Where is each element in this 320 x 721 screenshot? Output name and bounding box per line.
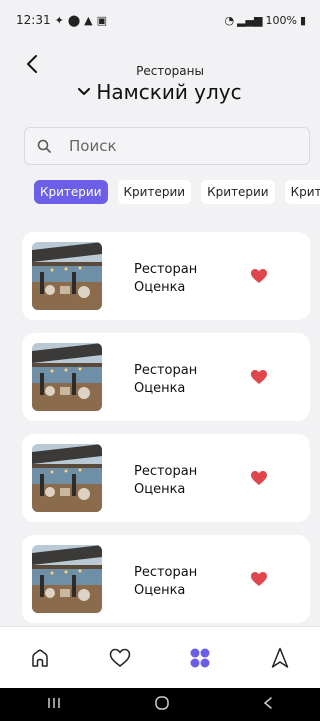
restaurant-info: Ресторан Оценка (134, 362, 197, 398)
notification-icon: ✦ (54, 13, 64, 27)
home-button[interactable] (154, 695, 170, 715)
favorite-button[interactable] (250, 268, 268, 284)
navigation-arrow-icon (271, 647, 289, 668)
nav-favorites[interactable] (100, 638, 140, 678)
restaurant-card[interactable]: Ресторан Оценка (22, 535, 310, 623)
restaurant-photo (32, 343, 102, 411)
restaurant-card[interactable]: Ресторан Оценка (22, 232, 310, 320)
home-icon (32, 649, 48, 667)
chip-criteria-2[interactable]: Критерии (117, 180, 192, 204)
chevron-down-icon (78, 88, 91, 95)
chip-criteria-1[interactable]: Критерии (34, 180, 108, 204)
restaurant-card[interactable]: Ресторан Оценка (22, 434, 310, 522)
heart-filled-icon (251, 471, 267, 485)
restaurant-list: Ресторан Оценка Ресторан Оценка Ресторан… (22, 232, 310, 636)
app-icon: ⬤ (67, 13, 81, 27)
status-right: ◔ ▂▄▆ 100% ▮ (224, 14, 306, 27)
status-time: 12:31 (16, 13, 51, 27)
chip-criteria-4[interactable]: Крите (284, 180, 320, 204)
restaurant-photo (32, 545, 102, 613)
image-icon: ▣ (96, 13, 107, 27)
chip-criteria-3[interactable]: Критерии (201, 180, 275, 204)
header-subtitle: Рестораны (136, 64, 204, 78)
search-icon (37, 139, 51, 153)
search-input[interactable] (69, 137, 309, 155)
home-circle-icon (155, 695, 169, 710)
page-title: Намский улус (96, 80, 242, 104)
nav-catalog[interactable] (180, 638, 220, 678)
wifi-icon: ◔ (224, 13, 235, 27)
header: Рестораны Намский улус (0, 44, 320, 114)
restaurant-info: Ресторан Оценка (134, 564, 197, 600)
network-4g-icon: ▲ (84, 13, 93, 27)
recents-button[interactable] (46, 695, 62, 714)
restaurant-name: Ресторан (134, 464, 198, 479)
restaurant-card[interactable]: Ресторан Оценка (22, 333, 310, 421)
signal-icon: ▂▄▆ (237, 13, 263, 27)
favorite-button[interactable] (250, 571, 268, 587)
restaurant-name: Ресторан (134, 363, 198, 378)
system-navigation-bar (0, 688, 320, 721)
restaurant-info: Ресторан Оценка (134, 463, 197, 499)
recents-icon (48, 698, 60, 708)
search-bar[interactable] (24, 127, 310, 165)
favorite-button[interactable] (250, 470, 268, 486)
heart-filled-icon (251, 269, 267, 283)
battery-icon: ▮ (299, 13, 306, 27)
system-back-icon (263, 697, 272, 709)
heart-outline-icon (109, 648, 131, 667)
status-bar: 12:31 ✦ ⬤ ▲ ▣ ◔ ▂▄▆ 100% ▮ (0, 0, 320, 40)
restaurant-rating: Оценка (134, 482, 186, 497)
region-selector[interactable]: Намский улус (0, 80, 320, 104)
heart-filled-icon (251, 370, 267, 384)
restaurant-photo (32, 242, 102, 310)
grid-dots-icon (190, 648, 210, 667)
restaurant-rating: Оценка (134, 583, 186, 598)
heart-filled-icon (251, 572, 267, 586)
restaurant-name: Ресторан (134, 262, 198, 277)
status-left: 12:31 ✦ ⬤ ▲ ▣ (16, 13, 107, 27)
restaurant-rating: Оценка (134, 381, 186, 396)
restaurant-name: Ресторан (134, 565, 198, 580)
nav-navigation[interactable] (260, 638, 300, 678)
nav-home[interactable] (20, 638, 60, 678)
system-back-button[interactable] (262, 695, 274, 714)
restaurant-info: Ресторан Оценка (134, 261, 197, 297)
restaurant-photo (32, 444, 102, 512)
favorite-button[interactable] (250, 369, 268, 385)
battery-percent: 100% (265, 13, 297, 27)
restaurant-rating: Оценка (134, 280, 186, 295)
bottom-navigation (0, 626, 320, 688)
filter-chips: Критерии Критерии Критерии Крите (34, 180, 320, 206)
